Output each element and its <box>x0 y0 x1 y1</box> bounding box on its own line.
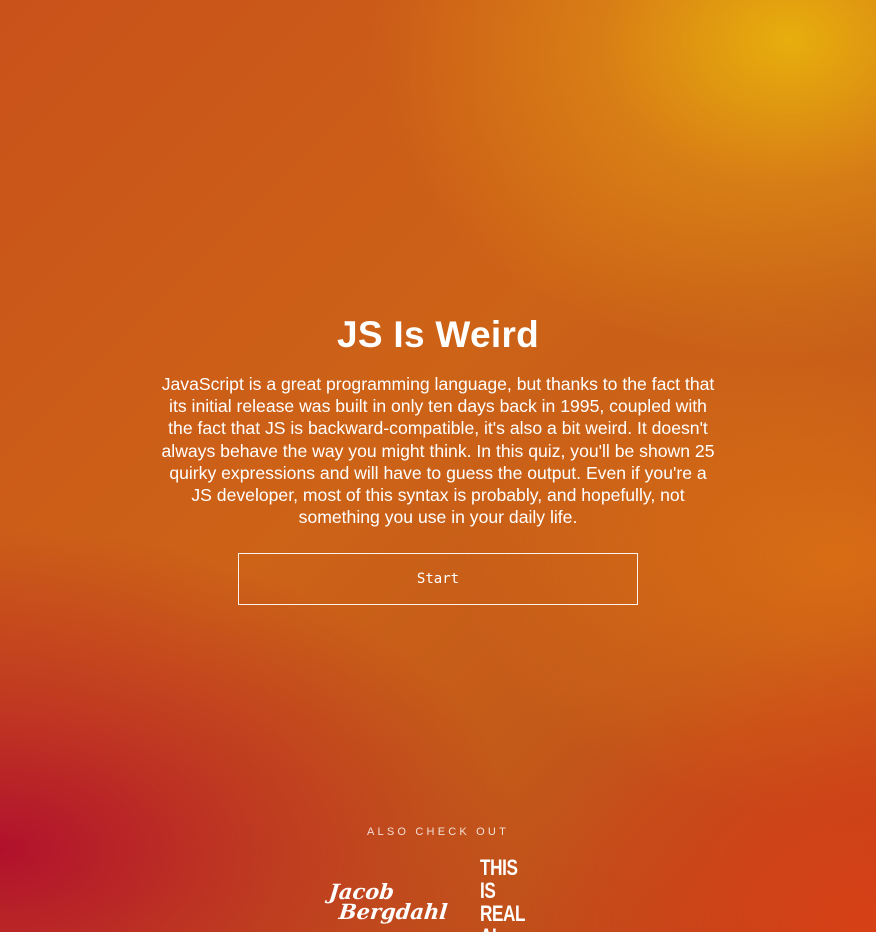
intro-section: JS Is Weird JavaScript is a great progra… <box>0 311 876 606</box>
jacob-bergdahl-logo-link[interactable]: Jacob Bergdahl <box>326 879 451 924</box>
start-button[interactable]: Start <box>238 553 638 606</box>
jacob-bergdahl-logo-line2: Bergdahl <box>337 899 449 924</box>
intro-description: JavaScript is a great programming langua… <box>161 374 715 528</box>
this-is-real-ai-logo-line2: REAL AI <box>480 901 526 932</box>
logo-row: Jacob Bergdahl THIS IS REAL AI <box>328 856 548 932</box>
this-is-real-ai-logo-line1: THIS IS <box>480 855 518 903</box>
page-title: JS Is Weird <box>336 314 540 355</box>
also-check-out-section: ALSO CHECK OUT Jacob Bergdahl THIS IS RE… <box>0 825 876 932</box>
also-check-out-label: ALSO CHECK OUT <box>367 826 509 838</box>
this-is-real-ai-logo-link[interactable]: THIS IS REAL AI <box>480 856 533 932</box>
